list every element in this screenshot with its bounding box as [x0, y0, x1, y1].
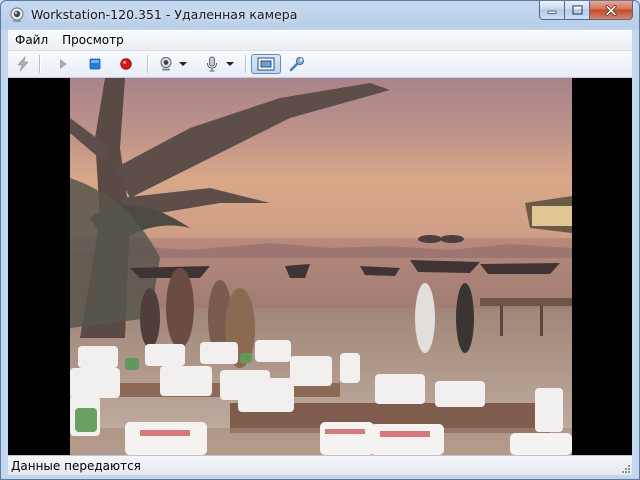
title-bar[interactable]: Workstation-120.351 - Удаленная камера	[1, 1, 639, 30]
minimize-button[interactable]	[539, 1, 565, 20]
close-icon	[605, 4, 617, 16]
client-area: Файл Просмотр Данные передаются	[8, 30, 632, 475]
window-title: Workstation-120.351 - Удаленная камера	[31, 7, 298, 22]
settings-button[interactable]	[287, 54, 307, 74]
toolbar-separator	[39, 55, 41, 73]
microphone-icon	[207, 56, 217, 72]
microphone-dropdown[interactable]	[224, 54, 236, 74]
stop-button[interactable]	[85, 54, 105, 74]
play-icon	[60, 59, 67, 69]
fit-to-window-button[interactable]	[251, 54, 281, 74]
chevron-down-icon	[226, 62, 234, 66]
status-text: Данные передаются	[11, 459, 141, 473]
status-bar: Данные передаются	[8, 455, 632, 475]
fit-to-window-icon	[257, 57, 275, 71]
wrench-icon	[289, 57, 304, 72]
menu-view[interactable]: Просмотр	[55, 33, 131, 47]
resize-grip-icon[interactable]	[620, 463, 630, 473]
camera-dropdown[interactable]	[177, 54, 189, 74]
stop-icon	[89, 58, 101, 70]
menu-file[interactable]: Файл	[8, 33, 55, 47]
connect-button[interactable]	[12, 54, 34, 74]
lightning-icon	[17, 56, 29, 72]
microphone-button[interactable]	[202, 54, 222, 74]
video-area	[8, 78, 632, 455]
close-button[interactable]	[590, 1, 633, 20]
camera-button[interactable]	[156, 54, 176, 74]
toolbar-separator	[147, 55, 149, 73]
webcam-icon	[10, 7, 24, 22]
toolbar	[8, 51, 632, 78]
app-window: Workstation-120.351 - Удаленная камера Ф…	[0, 0, 640, 480]
camera-icon	[160, 57, 172, 71]
menu-bar: Файл Просмотр	[8, 30, 632, 51]
record-icon	[120, 58, 132, 70]
caption-buttons	[539, 1, 633, 21]
record-button[interactable]	[116, 54, 136, 74]
toolbar-separator	[245, 55, 247, 73]
minimize-icon	[547, 10, 557, 14]
maximize-icon	[571, 5, 583, 15]
maximize-button[interactable]	[565, 1, 590, 20]
camera-feed	[70, 78, 572, 455]
play-button[interactable]	[53, 54, 73, 74]
chevron-down-icon	[179, 62, 187, 66]
